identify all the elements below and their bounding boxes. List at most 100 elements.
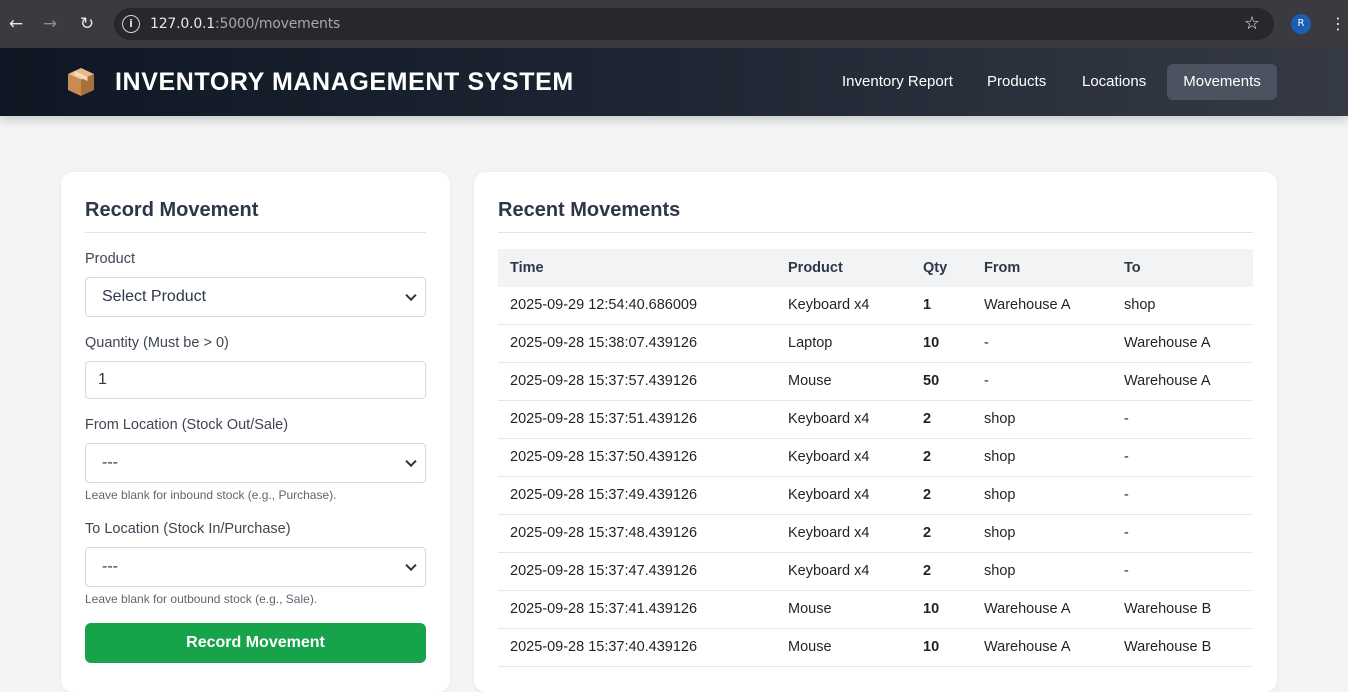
divider [85,232,426,233]
cell-time: 2025-09-28 15:37:49.439126 [510,487,698,503]
cell-time: 2025-09-28 15:37:51.439126 [510,411,698,427]
bookmark-star-icon[interactable]: ☆ [1244,13,1260,34]
cell-to: - [1124,411,1129,427]
cell-time: 2025-09-28 15:37:48.439126 [510,525,698,541]
cell-from: - [984,335,989,351]
cell-time: 2025-09-29 12:54:40.686009 [510,297,698,313]
record-movement-button[interactable]: Record Movement [85,623,426,663]
table-row: 2025-09-28 15:37:51.439126 Keyboard x4 2 sh… [498,401,1253,439]
address-url[interactable]: 127.0.0.1:5000/movements [150,16,340,32]
table-row: 2025-09-28 15:37:47.439126 Keyboard x4 2 sh… [498,553,1253,591]
table-row: 2025-09-28 15:37:40.439126 Mouse 10 Warehou… [498,629,1253,667]
cell-time: 2025-09-28 15:37:40.439126 [510,639,698,655]
cell-time: 2025-09-28 15:37:57.439126 [510,373,698,389]
cell-product: Keyboard x4 [788,487,870,503]
address-bar[interactable]: i 127.0.0.1:5000/movements ☆ [114,8,1274,40]
nav-locations[interactable]: Locations [1066,64,1162,100]
nav-inventory-report[interactable]: Inventory Report [826,64,969,100]
nav-products[interactable]: Products [971,64,1062,100]
column-header-from: From [984,260,1021,276]
package-icon [68,68,94,96]
cell-to: - [1124,525,1129,541]
back-icon[interactable]: ← [4,12,28,36]
app-header: INVENTORY MANAGEMENT SYSTEM Inventory Re… [0,48,1348,116]
cell-qty: 2 [923,487,932,503]
cell-to: - [1124,449,1129,465]
table-row: 2025-09-28 15:38:07.439126 Laptop 10 - Wareh… [498,325,1253,363]
table-row: 2025-09-29 12:54:40.686009 Keyboard x4 1 Wa… [498,287,1253,325]
browser-menu-icon[interactable]: ⋮ [1330,12,1346,36]
forward-icon[interactable]: → [38,12,62,36]
cell-time: 2025-09-28 15:37:50.439126 [510,449,698,465]
cell-from: Warehouse A [984,297,1071,313]
chevron-down-icon [405,455,417,468]
cell-to: - [1124,563,1129,579]
cell-to: Warehouse A [1124,335,1211,351]
table-row: 2025-09-28 15:37:41.439126 Mouse 10 Warehou… [498,591,1253,629]
column-header-qty: Qty [923,260,948,276]
cell-to: Warehouse B [1124,639,1212,655]
profile-avatar[interactable]: R [1291,14,1311,34]
recent-movements-card: Recent Movements Time Product Qty From T… [474,172,1277,692]
cell-product: Keyboard x4 [788,411,870,427]
divider [498,232,1253,233]
from-location-hint: Leave blank for inbound stock (e.g., Pur… [85,488,337,502]
site-info-icon[interactable]: i [122,15,140,33]
cell-from: shop [984,487,1016,503]
to-location-select[interactable]: --- [85,547,426,587]
cell-from: Warehouse A [984,639,1071,655]
column-header-to: To [1124,260,1141,276]
url-host: 127.0.0.1 [150,16,215,32]
cell-product: Keyboard x4 [788,297,870,313]
browser-toolbar: ← → ↻ i 127.0.0.1:5000/movements ☆ R ⋮ [0,0,1348,48]
product-select-value: Select Product [102,288,207,305]
cell-qty: 2 [923,449,932,465]
cell-product: Keyboard x4 [788,449,870,465]
from-location-label: From Location (Stock Out/Sale) [85,417,289,433]
quantity-label: Quantity (Must be > 0) [85,335,229,351]
from-location-value: --- [102,454,118,471]
to-location-value: --- [102,558,118,575]
cell-product: Mouse [788,601,832,617]
cell-from: Warehouse A [984,601,1071,617]
quantity-input[interactable]: 1 [85,361,426,399]
reload-icon[interactable]: ↻ [75,12,99,36]
cell-qty: 10 [923,601,940,617]
from-location-select[interactable]: --- [85,443,426,483]
cell-to: - [1124,487,1129,503]
to-location-hint: Leave blank for outbound stock (e.g., Sa… [85,592,318,606]
cell-from: - [984,373,989,389]
cell-from: shop [984,449,1016,465]
chevron-down-icon [405,289,417,302]
chevron-down-icon [405,559,417,572]
cell-qty: 2 [923,563,932,579]
table-row: 2025-09-28 15:37:50.439126 Keyboard x4 2 sh… [498,439,1253,477]
cell-to: Warehouse B [1124,601,1212,617]
cell-product: Mouse [788,373,832,389]
product-select[interactable]: Select Product [85,277,426,317]
cell-qty: 10 [923,335,940,351]
cell-product: Laptop [788,335,833,351]
form-title: Record Movement [85,199,259,221]
cell-time: 2025-09-28 15:37:47.439126 [510,563,698,579]
movements-title: Recent Movements [498,199,681,221]
cell-from: shop [984,563,1016,579]
table-row: 2025-09-28 15:37:48.439126 Keyboard x4 2 sh… [498,515,1253,553]
cell-from: shop [984,525,1016,541]
column-header-time: Time [510,260,544,276]
record-movement-card: Record Movement Product Select Product Q… [61,172,450,692]
cell-to: Warehouse A [1124,373,1211,389]
column-header-product: Product [788,260,843,276]
table-row: 2025-09-28 15:37:57.439126 Mouse 50 - Wareho… [498,363,1253,401]
url-path: :5000/movements [215,16,341,32]
cell-qty: 50 [923,373,940,389]
cell-product: Mouse [788,639,832,655]
nav-movements[interactable]: Movements [1167,64,1277,100]
cell-time: 2025-09-28 15:37:41.439126 [510,601,698,617]
app-title: INVENTORY MANAGEMENT SYSTEM [115,68,574,96]
cell-time: 2025-09-28 15:38:07.439126 [510,335,698,351]
cell-product: Keyboard x4 [788,525,870,541]
cell-qty: 10 [923,639,940,655]
cell-qty: 1 [923,297,932,313]
cell-qty: 2 [923,411,932,427]
